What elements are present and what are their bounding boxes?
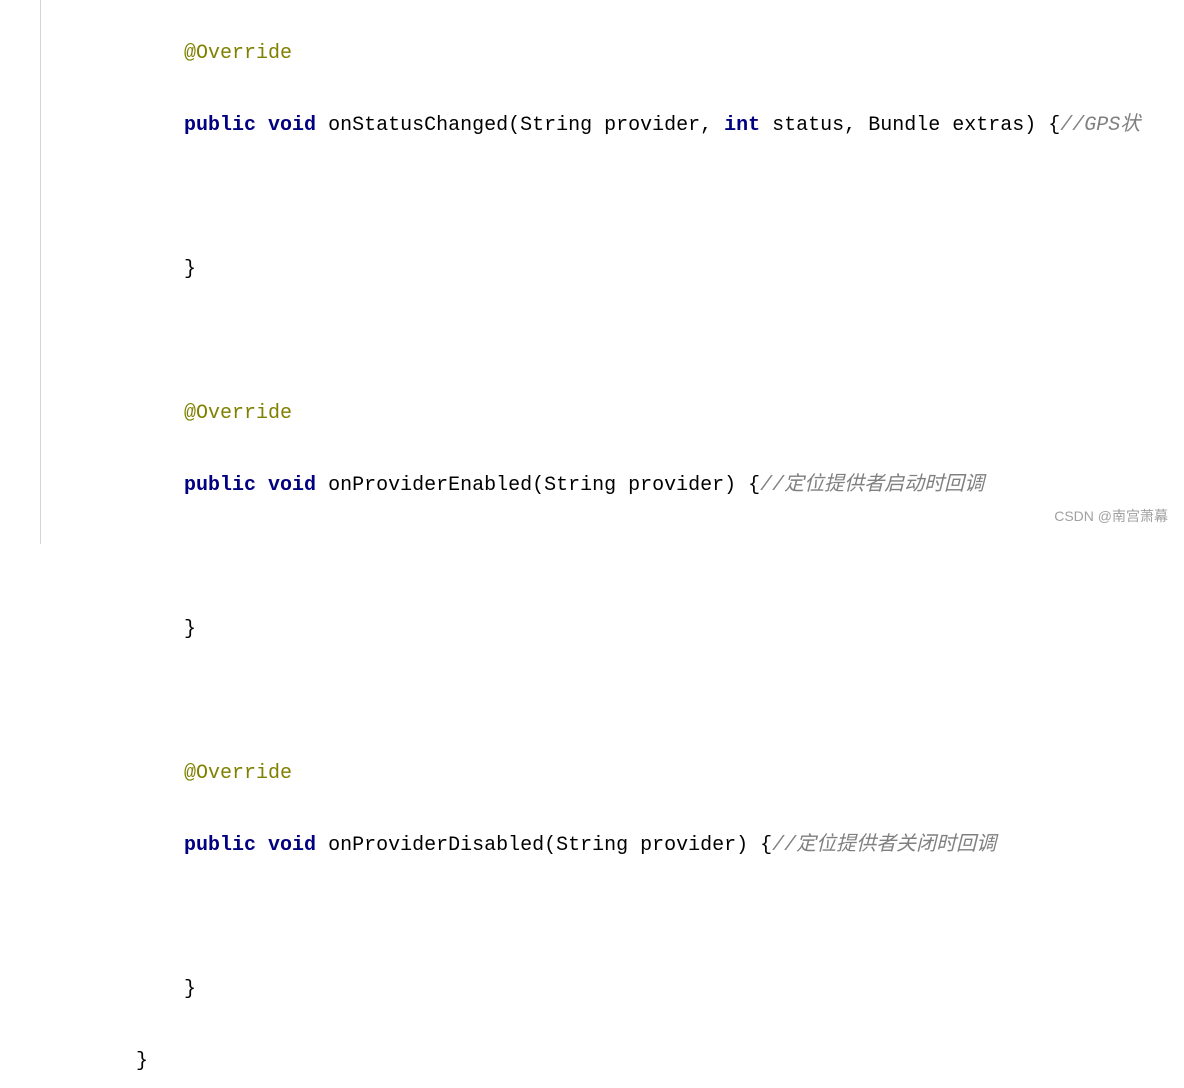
code-line: public void onProviderDisabled(String pr… (136, 828, 1184, 864)
keyword: void (268, 474, 316, 497)
keyword: public (184, 474, 256, 497)
code-line: @Override (136, 396, 1184, 432)
code-line: } (136, 1044, 1184, 1080)
annotation: @Override (184, 402, 292, 425)
method-sig: onStatusChanged(String provider, (328, 114, 724, 137)
code-line: } (136, 972, 1184, 1008)
code-line: } (136, 252, 1184, 288)
comment: //GPS状 (1060, 114, 1140, 137)
code-line (136, 900, 1184, 936)
keyword: int (724, 114, 760, 137)
keyword: void (268, 834, 316, 857)
code-line (136, 684, 1184, 720)
keyword: void (268, 114, 316, 137)
annotation: @Override (184, 762, 292, 785)
method-sig: onProviderDisabled(String provider) { (316, 834, 772, 857)
code-line: public void onStatusChanged(String provi… (136, 108, 1184, 144)
method-sig: onProviderEnabled(String provider) { (316, 474, 760, 497)
annotation: @Override (184, 42, 292, 65)
code-line: } (136, 612, 1184, 648)
code-line (136, 540, 1184, 576)
comment: //定位提供者关闭时回调 (772, 834, 996, 857)
keyword: public (184, 114, 256, 137)
comment: //定位提供者启动时回调 (760, 474, 984, 497)
code-line: @Override (136, 36, 1184, 72)
code-line (136, 180, 1184, 216)
keyword: public (184, 834, 256, 857)
code-line: @Override (136, 756, 1184, 792)
code-line (136, 324, 1184, 360)
code-block: @Override public void onStatusChanged(St… (0, 0, 1184, 1088)
watermark-label: CSDN @南宫萧幕 (1054, 498, 1168, 534)
editor-gutter-line (40, 0, 41, 544)
code-line: public void onProviderEnabled(String pro… (136, 468, 1184, 504)
